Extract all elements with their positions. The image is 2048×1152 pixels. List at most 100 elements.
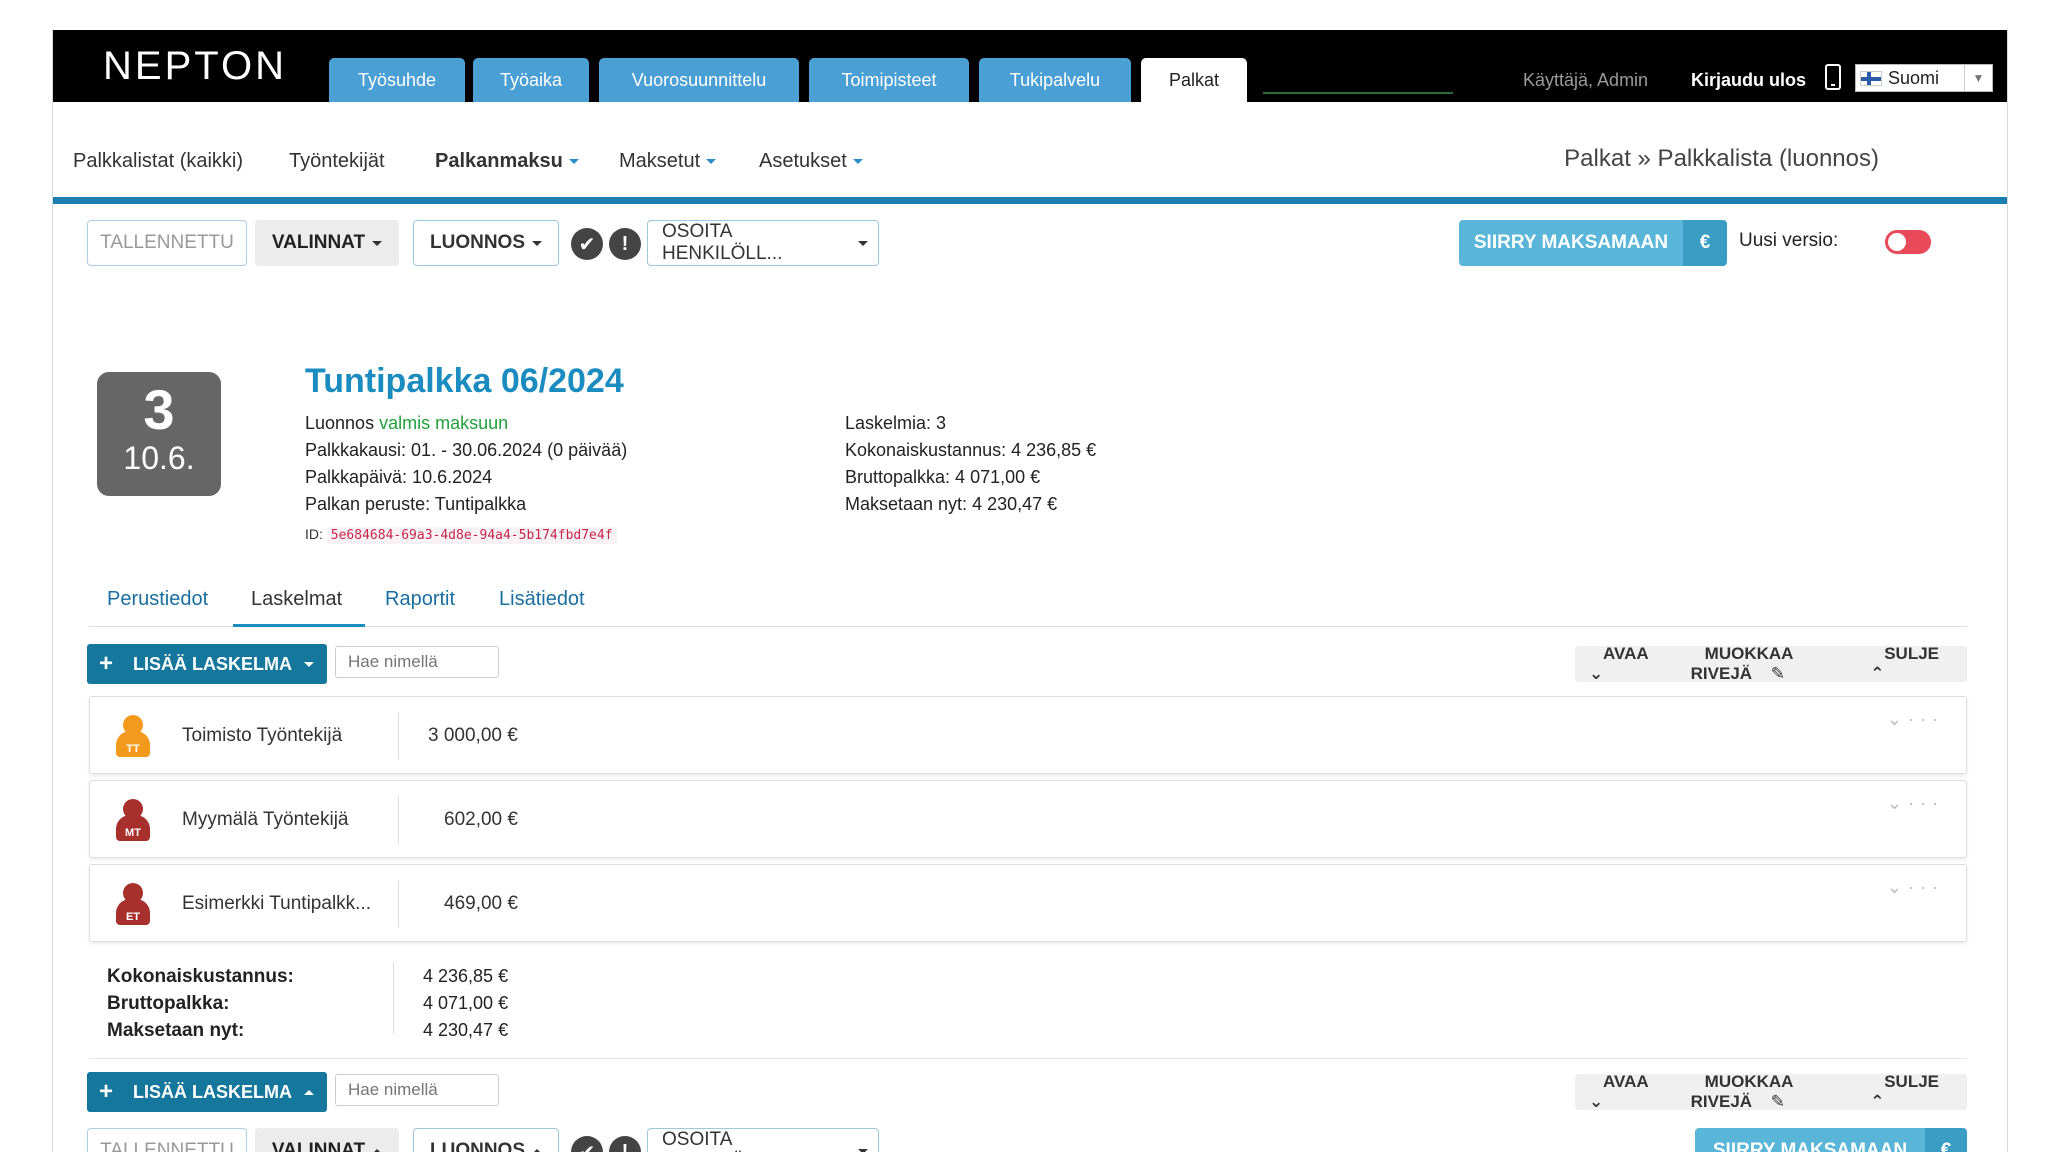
chevron-down-icon[interactable]: ⌄ <box>1887 877 1908 897</box>
caret-down-icon <box>858 1148 868 1152</box>
saved-button-bottom[interactable]: TALLENNETTU <box>87 1128 247 1152</box>
alert-circle-icon[interactable]: ! <box>609 1136 641 1152</box>
row-controls[interactable]: ⌄··· <box>1887 793 1944 814</box>
avatar: TT <box>116 715 150 759</box>
logout-link[interactable]: Kirjaudu ulos <box>1691 70 1806 91</box>
employee-name: Myymälä Työntekijä <box>182 809 349 830</box>
tab-lisatiedot[interactable]: Lisätiedot <box>499 588 585 611</box>
tabs-divider <box>89 626 1967 627</box>
go-to-payment-button-bottom[interactable]: SIIRRY MAKSAMAAN <box>1695 1128 1925 1152</box>
plus-icon: + <box>99 1078 114 1105</box>
add-calculation-button-bottom[interactable]: + LISÄÄ LASKELMA <box>87 1072 327 1112</box>
new-version-toggle[interactable] <box>1885 230 1931 254</box>
sub-navigation: Palkkalistat (kaikki) Työntekijät Palkan… <box>53 102 2007 204</box>
close-all-button[interactable]: SULJE ⌃ <box>1870 1072 1953 1112</box>
search-input-bottom[interactable] <box>335 1074 499 1106</box>
close-all-button[interactable]: SULJE ⌃ <box>1870 644 1953 684</box>
tab-underline <box>1263 92 1453 94</box>
euro-button-bottom[interactable]: € <box>1925 1128 1967 1152</box>
tab-toimipisteet[interactable]: Toimipisteet <box>809 58 969 102</box>
add-calculation-label: LISÄÄ LASKELMA <box>133 653 293 674</box>
options-button[interactable]: VALINNAT <box>255 220 399 266</box>
edit-rows-button[interactable]: MUOKKAA RIVEJÄ ✎ <box>1691 1072 1843 1112</box>
gross-salary: Bruttopalkka: 4 071,00 € <box>845 467 1041 487</box>
draft-label: LUONNOS <box>430 232 525 253</box>
table-row[interactable]: MT Myymälä Työntekijä 602,00 € ⌄··· <box>89 780 1967 858</box>
mobile-icon[interactable] <box>1825 64 1841 90</box>
payroll-details-left: Luonnos valmis maksuun Palkkakausi: 01. … <box>305 410 627 518</box>
add-calculation-label: LISÄÄ LASKELMA <box>133 1081 293 1102</box>
top-bar: NEPTON Työsuhde Työaika Vuorosuunnittelu… <box>53 30 2007 102</box>
section-divider <box>89 1058 1967 1059</box>
badge-count: 3 <box>143 378 175 441</box>
options-label: VALINNAT <box>271 1140 366 1152</box>
gross-value: 4 071,00 € <box>423 993 509 1013</box>
nav-maksetut[interactable]: Maksetut <box>619 150 717 173</box>
tab-tyoaika[interactable]: Työaika <box>473 58 589 102</box>
euro-button[interactable]: € <box>1683 220 1727 266</box>
breadcrumb: Palkat » Palkkalista (luonnos) <box>1564 145 1879 172</box>
check-circle-icon[interactable]: ✔ <box>571 228 603 260</box>
assign-person-dropdown[interactable]: OSOITA HENKILÖLL... <box>647 220 879 266</box>
table-row[interactable]: ET Esimerkki Tuntipalkk... 469,00 € ⌄··· <box>89 864 1967 942</box>
caret-down-icon <box>568 159 579 165</box>
caret-up-icon <box>532 1148 542 1152</box>
nav-palkanmaksu[interactable]: Palkanmaksu <box>435 150 579 173</box>
assign-person-dropdown-bottom[interactable]: OSOITA HENKILÖLL... <box>647 1128 879 1152</box>
total-cost-value: 4 236,85 € <box>423 966 509 986</box>
options-button-bottom[interactable]: VALINNAT <box>255 1128 399 1152</box>
edit-rows-label: MUOKKAA RIVEJÄ <box>1690 644 1793 683</box>
chevron-down-icon[interactable]: ⌄ <box>1887 793 1908 813</box>
tab-raportit[interactable]: Raportit <box>385 588 455 611</box>
caret-up-icon <box>372 1148 383 1152</box>
table-row[interactable]: TT Toimisto Työntekijä 3 000,00 € ⌄··· <box>89 696 1967 774</box>
assign-label: OSOITA HENKILÖLL... <box>662 1129 782 1152</box>
nav-tyontekijat[interactable]: Työntekijät <box>289 150 385 173</box>
nav-asetukset[interactable]: Asetukset <box>759 150 863 173</box>
employee-name: Esimerkki Tuntipalkk... <box>182 893 371 914</box>
go-to-payment-button[interactable]: SIIRRY MAKSAMAAN <box>1459 220 1683 266</box>
alert-circle-icon[interactable]: ! <box>609 228 641 260</box>
nepton-logo[interactable]: NEPTON <box>103 44 287 89</box>
more-icon[interactable]: ··· <box>1908 793 1944 813</box>
close-label: SULJE <box>1884 644 1939 663</box>
more-icon[interactable]: ··· <box>1908 709 1944 729</box>
language-select[interactable]: Suomi ▼ <box>1855 64 1993 92</box>
chevron-down-icon[interactable]: ⌄ <box>1887 709 1908 729</box>
user-name: Käyttäjä, Admin <box>1523 70 1649 90</box>
caret-down-icon <box>372 240 383 246</box>
tab-palkat[interactable]: Palkat <box>1141 58 1247 102</box>
check-circle-icon[interactable]: ✔ <box>571 1136 603 1152</box>
row-controls[interactable]: ⌄··· <box>1887 877 1944 898</box>
avatar: MT <box>116 799 150 843</box>
caret-down-icon <box>706 159 717 165</box>
tab-tukipalvelu[interactable]: Tukipalvelu <box>979 58 1131 102</box>
total-cost: Kokonaiskustannus: 4 236,85 € <box>845 440 1097 460</box>
saved-button[interactable]: TALLENNETTU <box>87 220 247 266</box>
edit-rows-button[interactable]: MUOKKAA RIVEJÄ ✎ <box>1691 644 1843 684</box>
more-icon[interactable]: ··· <box>1908 877 1944 897</box>
open-all-button[interactable]: AVAA ⌄ <box>1589 644 1663 684</box>
nav-palkkalistat[interactable]: Palkkalistat (kaikki) <box>73 150 243 173</box>
tab-laskelmat[interactable]: Laskelmat <box>251 588 342 611</box>
add-calculation-button[interactable]: + LISÄÄ LASKELMA <box>87 644 327 684</box>
row-controls[interactable]: ⌄··· <box>1887 709 1944 730</box>
draft-dropdown[interactable]: LUONNOS <box>413 220 559 266</box>
open-label: AVAA <box>1603 644 1649 663</box>
open-label: AVAA <box>1603 1072 1649 1091</box>
tab-vuorosuunnittelu[interactable]: Vuorosuunnittelu <box>599 58 799 102</box>
draft-label: LUONNOS <box>430 1140 525 1152</box>
tab-tyosuhde[interactable]: Työsuhde <box>329 58 465 102</box>
tab-perustiedot[interactable]: Perustiedot <box>107 588 208 611</box>
plus-icon: + <box>99 650 114 677</box>
search-input[interactable] <box>335 646 499 678</box>
date-badge: 3 10.6. <box>97 372 221 496</box>
draft-dropdown-bottom[interactable]: LUONNOS <box>413 1128 559 1152</box>
new-version-label: Uusi versio: <box>1739 230 1839 251</box>
status-prefix: Luonnos <box>305 413 375 433</box>
open-all-button[interactable]: AVAA ⌄ <box>1589 1072 1663 1112</box>
avatar-initials: MT <box>116 815 150 841</box>
chevron-down-icon[interactable]: ▼ <box>1964 65 1992 91</box>
employee-amount: 3 000,00 € <box>428 725 518 746</box>
options-label: VALINNAT <box>271 232 366 253</box>
